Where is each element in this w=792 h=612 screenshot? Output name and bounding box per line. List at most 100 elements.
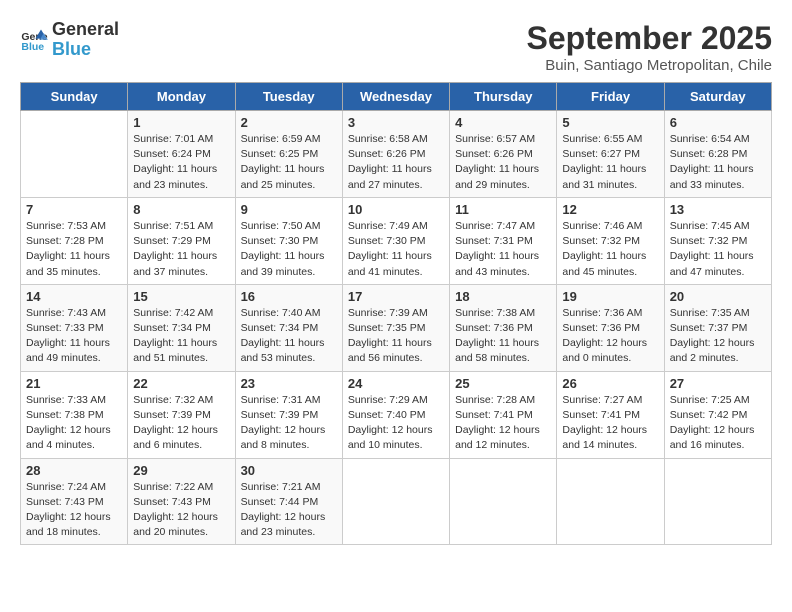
calendar-header-row: Sunday Monday Tuesday Wednesday Thursday… (21, 83, 772, 111)
day-info: Sunrise: 7:49 AM Sunset: 7:30 PM Dayligh… (348, 219, 444, 280)
col-monday: Monday (128, 83, 235, 111)
day-info: Sunrise: 7:46 AM Sunset: 7:32 PM Dayligh… (562, 219, 658, 280)
day-number: 10 (348, 202, 444, 217)
day-number: 17 (348, 289, 444, 304)
table-row (450, 458, 557, 545)
calendar-week-row: 14Sunrise: 7:43 AM Sunset: 7:33 PM Dayli… (21, 284, 772, 371)
day-info: Sunrise: 7:28 AM Sunset: 7:41 PM Dayligh… (455, 393, 551, 454)
table-row: 29 Sunrise: 7:22 AM Sunset: 7:43 PM Dayli… (128, 458, 235, 545)
logo-general-text: General (52, 20, 119, 40)
day-info: Sunrise: 7:36 AM Sunset: 7:36 PM Dayligh… (562, 306, 658, 367)
table-row (21, 111, 128, 198)
day-number: 3 (348, 115, 444, 130)
table-row: 13Sunrise: 7:45 AM Sunset: 7:32 PM Dayli… (664, 197, 771, 284)
day-number: 20 (670, 289, 766, 304)
table-row: 27Sunrise: 7:25 AM Sunset: 7:42 PM Dayli… (664, 371, 771, 458)
table-row: 11Sunrise: 7:47 AM Sunset: 7:31 PM Dayli… (450, 197, 557, 284)
day-number: 23 (241, 376, 337, 391)
day-info: Sunrise: 7:22 AM Sunset: 7:43 PM Dayligh… (133, 480, 229, 541)
logo: General Blue General Blue (20, 20, 119, 60)
table-row: 17 Sunrise: 7:39 AM Sunset: 7:35 PM Dayli… (342, 284, 449, 371)
table-row (342, 458, 449, 545)
day-number: 18 (455, 289, 551, 304)
col-sunday: Sunday (21, 83, 128, 111)
day-info: Sunrise: 7:25 AM Sunset: 7:42 PM Dayligh… (670, 393, 766, 454)
table-row: 26 Sunrise: 7:27 AM Sunset: 7:41 PM Dayli… (557, 371, 664, 458)
day-info: Sunrise: 7:40 AM Sunset: 7:34 PM Dayligh… (241, 306, 337, 367)
table-row: 1 Sunrise: 7:01 AM Sunset: 6:24 PM Daylig… (128, 111, 235, 198)
location-title: Buin, Santiago Metropolitan, Chile (527, 57, 772, 74)
col-friday: Friday (557, 83, 664, 111)
table-row: 28 Sunrise: 7:24 AM Sunset: 7:43 PM Dayli… (21, 458, 128, 545)
col-thursday: Thursday (450, 83, 557, 111)
day-info: Sunrise: 7:33 AM Sunset: 7:38 PM Dayligh… (26, 393, 122, 454)
day-number: 28 (26, 463, 122, 478)
logo-icon: General Blue (20, 26, 48, 54)
day-number: 15 (133, 289, 229, 304)
calendar-week-row: 7 Sunrise: 7:53 AM Sunset: 7:28 PM Daylig… (21, 197, 772, 284)
day-number: 1 (133, 115, 229, 130)
calendar-week-row: 1 Sunrise: 7:01 AM Sunset: 6:24 PM Daylig… (21, 111, 772, 198)
day-info: Sunrise: 7:39 AM Sunset: 7:35 PM Dayligh… (348, 306, 444, 367)
table-row: 8Sunrise: 7:51 AM Sunset: 7:29 PM Daylig… (128, 197, 235, 284)
calendar-table: Sunday Monday Tuesday Wednesday Thursday… (20, 82, 772, 545)
calendar-week-row: 21 Sunrise: 7:33 AM Sunset: 7:38 PM Dayli… (21, 371, 772, 458)
col-saturday: Saturday (664, 83, 771, 111)
day-info: Sunrise: 7:01 AM Sunset: 6:24 PM Dayligh… (133, 132, 229, 193)
day-info: Sunrise: 7:32 AM Sunset: 7:39 PM Dayligh… (133, 393, 229, 454)
day-info: Sunrise: 7:47 AM Sunset: 7:31 PM Dayligh… (455, 219, 551, 280)
day-info: Sunrise: 6:57 AM Sunset: 6:26 PM Dayligh… (455, 132, 551, 193)
day-number: 2 (241, 115, 337, 130)
day-number: 7 (26, 202, 122, 217)
table-row: 2 Sunrise: 6:59 AM Sunset: 6:25 PM Daylig… (235, 111, 342, 198)
table-row: 4 Sunrise: 6:57 AM Sunset: 6:26 PM Daylig… (450, 111, 557, 198)
day-number: 30 (241, 463, 337, 478)
day-info: Sunrise: 7:31 AM Sunset: 7:39 PM Dayligh… (241, 393, 337, 454)
title-area: September 2025 Buin, Santiago Metropolit… (527, 20, 772, 74)
day-number: 4 (455, 115, 551, 130)
table-row: 10 Sunrise: 7:49 AM Sunset: 7:30 PM Dayli… (342, 197, 449, 284)
day-number: 9 (241, 202, 337, 217)
table-row: 14Sunrise: 7:43 AM Sunset: 7:33 PM Dayli… (21, 284, 128, 371)
day-number: 22 (133, 376, 229, 391)
table-row: 22 Sunrise: 7:32 AM Sunset: 7:39 PM Dayli… (128, 371, 235, 458)
table-row: 7 Sunrise: 7:53 AM Sunset: 7:28 PM Daylig… (21, 197, 128, 284)
table-row (664, 458, 771, 545)
day-number: 8 (133, 202, 229, 217)
day-info: Sunrise: 7:35 AM Sunset: 7:37 PM Dayligh… (670, 306, 766, 367)
day-info: Sunrise: 7:21 AM Sunset: 7:44 PM Dayligh… (241, 480, 337, 541)
table-row: 30 Sunrise: 7:21 AM Sunset: 7:44 PM Dayli… (235, 458, 342, 545)
svg-text:Blue: Blue (21, 41, 44, 53)
day-info: Sunrise: 6:54 AM Sunset: 6:28 PM Dayligh… (670, 132, 766, 193)
day-number: 16 (241, 289, 337, 304)
day-number: 6 (670, 115, 766, 130)
day-info: Sunrise: 7:42 AM Sunset: 7:34 PM Dayligh… (133, 306, 229, 367)
table-row: 16 Sunrise: 7:40 AM Sunset: 7:34 PM Dayli… (235, 284, 342, 371)
table-row: 21 Sunrise: 7:33 AM Sunset: 7:38 PM Dayli… (21, 371, 128, 458)
table-row: 24Sunrise: 7:29 AM Sunset: 7:40 PM Dayli… (342, 371, 449, 458)
day-info: Sunrise: 7:53 AM Sunset: 7:28 PM Dayligh… (26, 219, 122, 280)
day-info: Sunrise: 7:38 AM Sunset: 7:36 PM Dayligh… (455, 306, 551, 367)
table-row: 23 Sunrise: 7:31 AM Sunset: 7:39 PM Dayli… (235, 371, 342, 458)
day-number: 14 (26, 289, 122, 304)
day-info: Sunrise: 7:24 AM Sunset: 7:43 PM Dayligh… (26, 480, 122, 541)
col-tuesday: Tuesday (235, 83, 342, 111)
day-number: 13 (670, 202, 766, 217)
day-info: Sunrise: 7:29 AM Sunset: 7:40 PM Dayligh… (348, 393, 444, 454)
table-row: 20 Sunrise: 7:35 AM Sunset: 7:37 PM Dayli… (664, 284, 771, 371)
day-number: 12 (562, 202, 658, 217)
day-number: 26 (562, 376, 658, 391)
day-number: 25 (455, 376, 551, 391)
day-info: Sunrise: 6:59 AM Sunset: 6:25 PM Dayligh… (241, 132, 337, 193)
day-number: 29 (133, 463, 229, 478)
table-row: 15 Sunrise: 7:42 AM Sunset: 7:34 PM Dayli… (128, 284, 235, 371)
logo-blue-text: Blue (52, 40, 119, 60)
day-info: Sunrise: 7:27 AM Sunset: 7:41 PM Dayligh… (562, 393, 658, 454)
day-number: 5 (562, 115, 658, 130)
day-number: 21 (26, 376, 122, 391)
day-info: Sunrise: 7:50 AM Sunset: 7:30 PM Dayligh… (241, 219, 337, 280)
table-row: 9 Sunrise: 7:50 AM Sunset: 7:30 PM Daylig… (235, 197, 342, 284)
page-header: General Blue General Blue September 2025… (20, 20, 772, 74)
table-row: 3Sunrise: 6:58 AM Sunset: 6:26 PM Daylig… (342, 111, 449, 198)
table-row: 12 Sunrise: 7:46 AM Sunset: 7:32 PM Dayli… (557, 197, 664, 284)
